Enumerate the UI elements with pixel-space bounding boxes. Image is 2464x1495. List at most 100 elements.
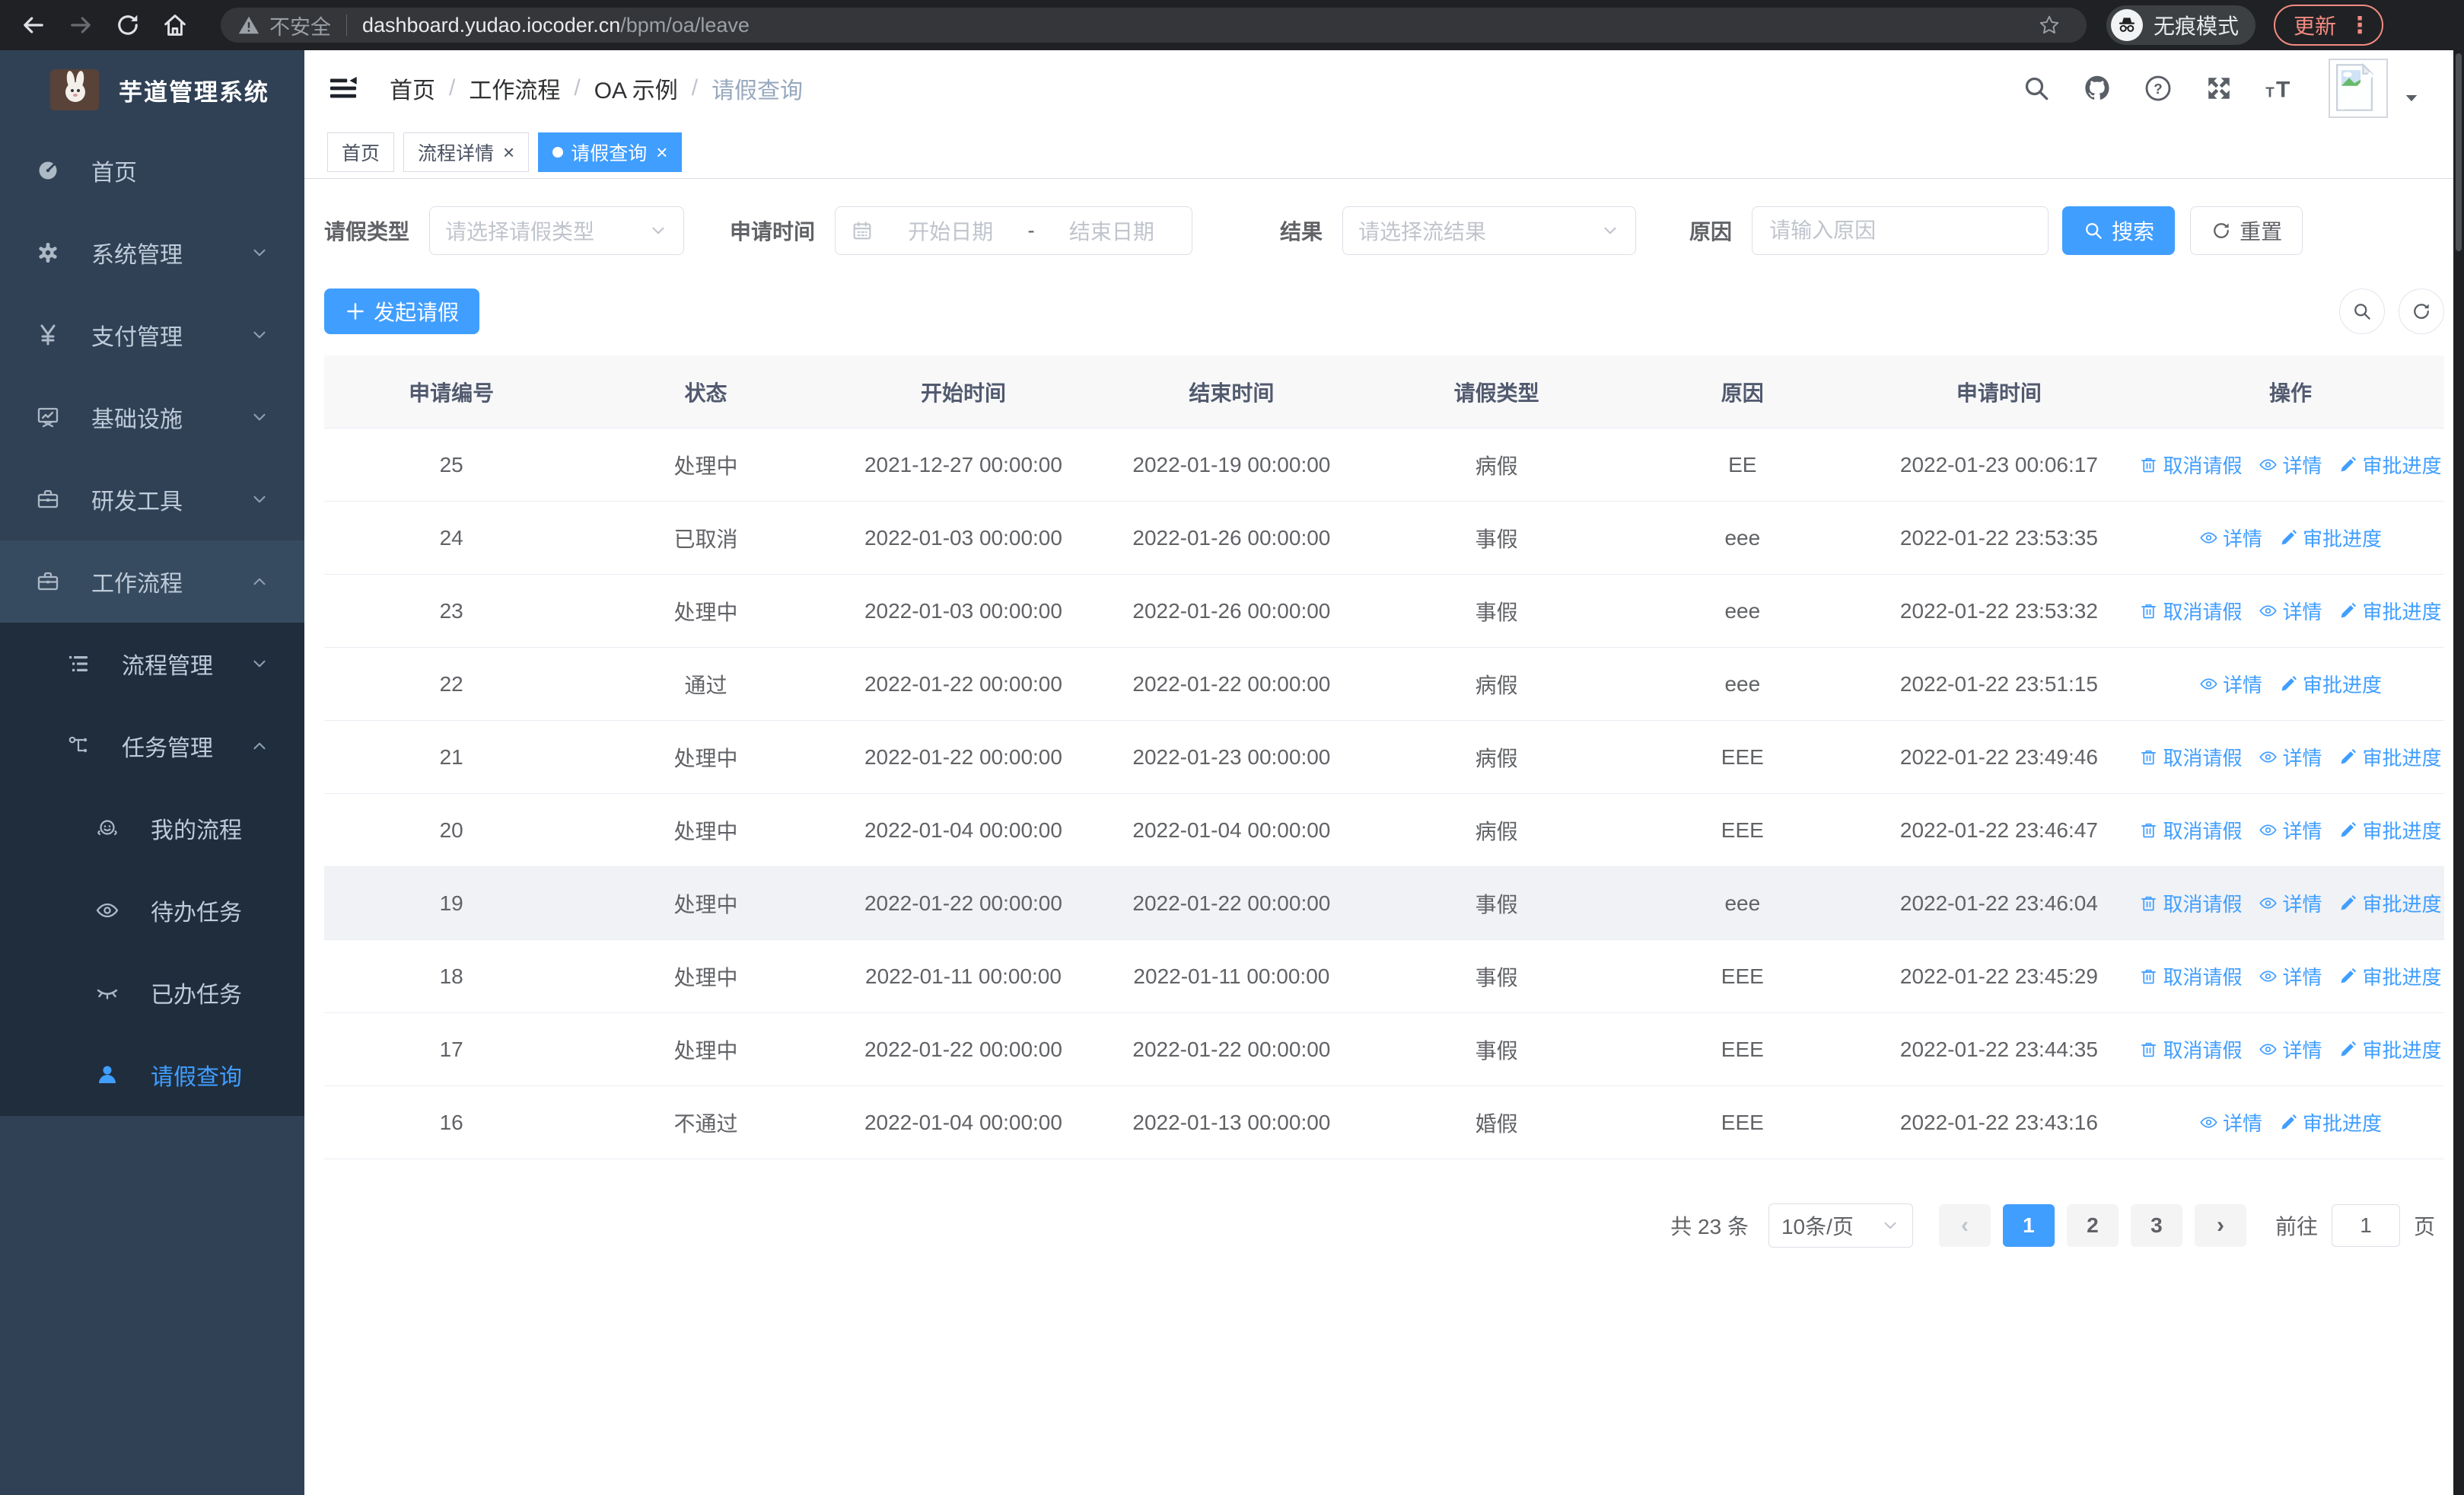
tab-home[interactable]: 首页 (327, 132, 395, 172)
help-icon[interactable]: ? (2143, 73, 2173, 104)
reset-button[interactable]: 重置 (2190, 206, 2303, 255)
tab-leave-query[interactable]: 请假查询 × (538, 132, 683, 172)
browser-update-button[interactable]: 更新 ⋮ (2274, 5, 2384, 46)
sidebar-item-payment-management[interactable]: 支付管理 (0, 294, 304, 376)
cancel-action-link[interactable]: 取消请假 (2139, 743, 2242, 771)
breadcrumb-item[interactable]: 工作流程 (469, 72, 560, 105)
sidebar-item-my-process[interactable]: 我的流程 (0, 787, 304, 869)
sidebar-item-task-management[interactable]: 任务管理 (0, 705, 304, 787)
toolbox-icon (33, 487, 62, 512)
sidebar-item-workflow[interactable]: 工作流程 (0, 540, 304, 623)
divider (346, 14, 347, 36)
sidebar-item-todo-tasks[interactable]: 待办任务 (0, 869, 304, 952)
progress-action-link[interactable]: 审批进度 (2338, 1035, 2442, 1063)
close-tab-icon[interactable]: × (656, 142, 667, 162)
close-tab-icon[interactable]: × (503, 142, 514, 162)
address-bar[interactable]: 不安全 dashboard.yudao.iocoder.cn/bpm/oa/le… (221, 8, 2087, 43)
page-button-3[interactable]: 3 (2130, 1204, 2182, 1247)
user-avatar[interactable] (2329, 59, 2388, 118)
result-select[interactable]: 请选择流结果 (1342, 206, 1637, 255)
detail-action-link[interactable]: 详情 (2259, 743, 2322, 771)
search-button[interactable]: 搜索 (2062, 206, 2176, 255)
detail-action-link[interactable]: 详情 (2199, 524, 2262, 552)
progress-action-link[interactable]: 审批进度 (2338, 889, 2442, 917)
sidebar-item-leave-query[interactable]: 请假查询 (0, 1034, 304, 1116)
svg-text:T: T (2265, 84, 2275, 100)
bookmark-star-icon[interactable] (2038, 14, 2061, 37)
scrollbar-thumb[interactable] (2456, 53, 2462, 251)
detail-action-link[interactable]: 详情 (2259, 816, 2322, 844)
browser-menu-icon[interactable]: ⋮ (2348, 12, 2371, 39)
page-scrollbar[interactable] (2453, 50, 2464, 1495)
detail-action-link[interactable]: 详情 (2199, 670, 2262, 698)
reload-icon[interactable] (114, 11, 142, 39)
apply-time-range-picker[interactable]: 开始日期 - 结束日期 (835, 206, 1193, 255)
breadcrumb-item[interactable]: OA 示例 (594, 72, 678, 105)
sidebar-item-process-management[interactable]: 流程管理 (0, 623, 304, 705)
forward-icon[interactable] (67, 11, 94, 39)
sidebar-item-dev-tools[interactable]: 研发工具 (0, 458, 304, 540)
detail-action-link[interactable]: 详情 (2259, 451, 2322, 479)
progress-action-link[interactable]: 审批进度 (2279, 524, 2382, 552)
prev-page-button[interactable]: ‹ (1938, 1204, 1991, 1247)
page-button-2[interactable]: 2 (2066, 1204, 2119, 1247)
tab-process-detail[interactable]: 流程详情 × (403, 132, 530, 172)
user-menu-caret-icon[interactable] (2402, 88, 2421, 108)
eye-closed-icon (93, 980, 122, 1005)
leave-type-select[interactable]: 请选择请假类型 (429, 206, 685, 255)
detail-action-link[interactable]: 详情 (2259, 597, 2322, 625)
cancel-action-link[interactable]: 取消请假 (2139, 597, 2242, 625)
cell-status: 处理中 (673, 892, 738, 916)
sidebar-item-system-management[interactable]: 系统管理 (0, 212, 304, 294)
cancel-action-link[interactable]: 取消请假 (2139, 1035, 2242, 1063)
progress-action-link[interactable]: 审批进度 (2279, 1108, 2382, 1136)
app-logo[interactable]: 芋道管理系统 (0, 50, 304, 129)
create-leave-button[interactable]: 发起请假 (324, 288, 480, 334)
progress-action-link[interactable]: 审批进度 (2338, 451, 2442, 479)
cancel-action-link[interactable]: 取消请假 (2139, 451, 2242, 479)
cell-end: 2022-01-22 00:00:00 (1132, 891, 1331, 915)
goto-page-input[interactable] (2331, 1204, 2400, 1247)
reason-input[interactable] (1752, 206, 2049, 255)
refresh-table-button[interactable] (2399, 288, 2444, 334)
progress-action-link[interactable]: 审批进度 (2338, 743, 2442, 771)
trash-icon (2139, 748, 2158, 767)
cancel-action-link[interactable]: 取消请假 (2139, 889, 2242, 917)
detail-action-link[interactable]: 详情 (2199, 1108, 2262, 1136)
search-icon[interactable] (2021, 73, 2052, 104)
sidebar-item-infrastructure[interactable]: 基础设施 (0, 376, 304, 458)
cell-start: 2022-01-03 00:00:00 (864, 525, 1062, 550)
progress-action-link[interactable]: 审批进度 (2338, 816, 2442, 844)
github-icon[interactable] (2082, 73, 2112, 104)
page-button-1[interactable]: 1 (2002, 1204, 2055, 1247)
pen-icon (2338, 821, 2357, 840)
goto-label: 前往 (2275, 1215, 2318, 1238)
breadcrumb: 首页 / 工作流程 / OA 示例 / 请假查询 (390, 72, 803, 105)
sidebar-item-home[interactable]: 首页 (0, 129, 304, 212)
font-size-icon[interactable]: TT (2265, 73, 2295, 104)
sidebar-toggle-icon[interactable] (327, 72, 359, 104)
progress-action-link[interactable]: 审批进度 (2279, 670, 2382, 698)
cell-status: 处理中 (673, 746, 738, 770)
fullscreen-icon[interactable] (2204, 73, 2234, 104)
pen-icon (2338, 601, 2357, 620)
sidebar-item-done-tasks[interactable]: 已办任务 (0, 952, 304, 1034)
progress-action-link[interactable]: 审批进度 (2338, 597, 2442, 625)
table-row: 22 通过 2022-01-22 00:00:00 2022-01-22 00:00:… (324, 648, 2444, 721)
not-secure-warning-icon (237, 14, 260, 37)
breadcrumb-item[interactable]: 首页 (390, 72, 435, 105)
cancel-action-link[interactable]: 取消请假 (2139, 962, 2242, 990)
detail-action-link[interactable]: 详情 (2259, 889, 2322, 917)
page-size-select[interactable]: 10条/页 (1768, 1203, 1913, 1248)
cancel-action-link[interactable]: 取消请假 (2139, 816, 2242, 844)
toggle-search-button[interactable] (2339, 288, 2385, 334)
back-icon[interactable] (20, 11, 47, 39)
security-label: 不安全 (269, 15, 331, 39)
detail-action-link[interactable]: 详情 (2259, 1035, 2322, 1063)
next-page-button[interactable]: › (2194, 1204, 2246, 1247)
progress-action-link[interactable]: 审批进度 (2338, 962, 2442, 990)
cell-reason: EEE (1721, 964, 1764, 988)
home-icon[interactable] (161, 11, 189, 39)
detail-action-link[interactable]: 详情 (2259, 962, 2322, 990)
cell-start: 2022-01-11 00:00:00 (865, 964, 1062, 988)
